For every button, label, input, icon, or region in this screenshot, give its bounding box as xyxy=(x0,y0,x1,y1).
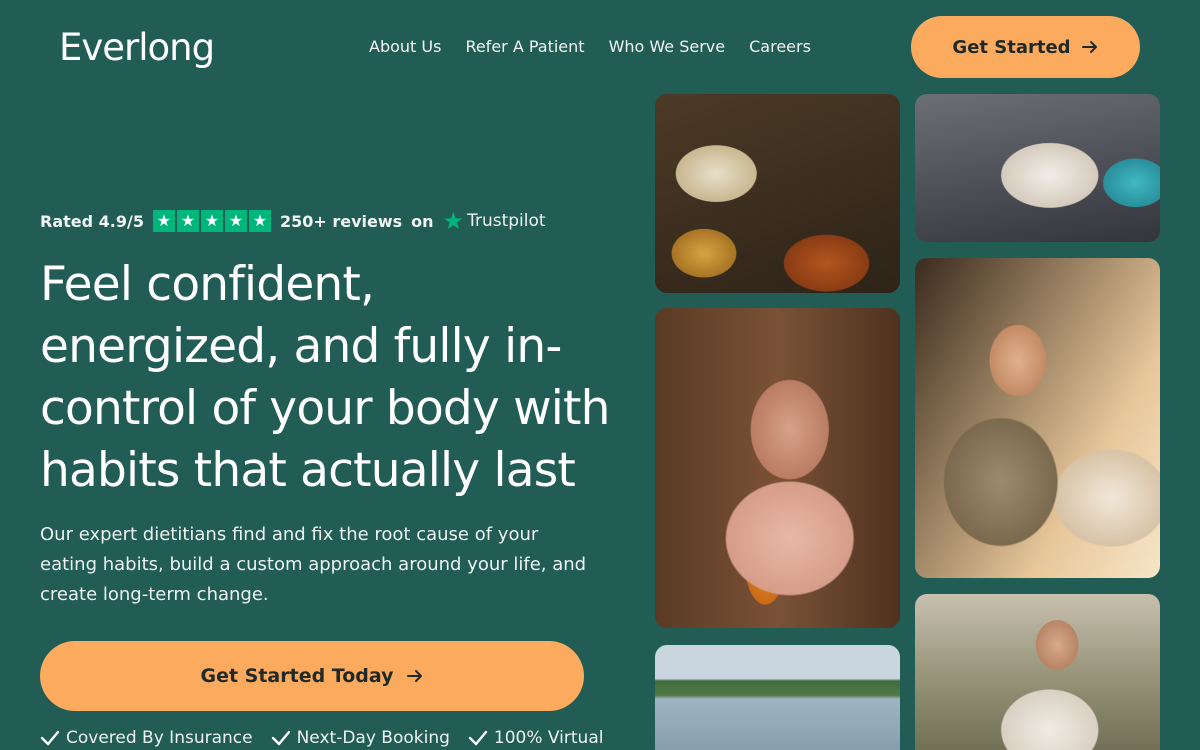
rating-text: Rated 4.9/5 xyxy=(40,211,144,231)
star-icon: ★ xyxy=(152,210,175,232)
plated-meal-photo xyxy=(915,94,1160,242)
star-icon: ★ xyxy=(224,210,247,232)
rating-stars: ★ ★ ★ ★ ★ xyxy=(152,210,271,232)
reviews-count: 250+ reviews xyxy=(279,211,403,231)
star-icon: ★ xyxy=(176,210,199,232)
get-started-label: Get Started xyxy=(952,36,1071,58)
get-started-today-label: Get Started Today xyxy=(200,665,394,687)
woman-cooking-photo xyxy=(915,258,1160,578)
benefit-label: Next-Day Booking xyxy=(296,728,450,748)
benefit-item: 100% Virtual xyxy=(468,728,604,748)
trustpilot-label: Trustpilot xyxy=(467,211,546,231)
benefit-label: 100% Virtual xyxy=(493,728,604,748)
hero-subcopy: Our expert dietitians find and fix the r… xyxy=(40,524,587,605)
get-started-button[interactable]: Get Started xyxy=(911,16,1140,78)
rating-bar: Rated 4.9/5 ★ ★ ★ ★ ★ 250+ reviews on ★ … xyxy=(40,207,546,235)
family-outdoors-photo xyxy=(915,594,1160,750)
hero-headline: Feel confident, energized, and fully in-… xyxy=(40,257,610,498)
lake-stretch-photo xyxy=(655,645,900,750)
logo[interactable]: Everlong xyxy=(59,24,215,72)
star-icon: ★ xyxy=(200,210,223,232)
nav-refer-a-patient[interactable]: Refer A Patient xyxy=(465,36,584,58)
nav-careers[interactable]: Careers xyxy=(749,36,811,58)
nav-who-we-serve[interactable]: Who We Serve xyxy=(609,36,726,58)
smiling-man-dinner-photo xyxy=(655,308,900,628)
benefits-list: Covered By Insurance Next-Day Booking 10… xyxy=(40,728,603,748)
trustpilot-logo[interactable]: ★ Trustpilot xyxy=(442,207,546,235)
star-icon: ★ xyxy=(248,210,271,232)
arrow-right-icon xyxy=(406,670,422,682)
check-icon xyxy=(271,730,290,746)
get-started-today-button[interactable]: Get Started Today xyxy=(40,641,584,711)
food-spread-photo xyxy=(655,94,900,293)
benefit-item: Next-Day Booking xyxy=(271,728,450,748)
trustpilot-star-icon: ★ xyxy=(442,207,465,235)
check-icon xyxy=(468,730,488,746)
check-icon xyxy=(40,730,60,746)
benefit-item: Covered By Insurance xyxy=(40,728,253,748)
arrow-right-icon xyxy=(1081,41,1097,53)
main-nav: About Us Refer A Patient Who We Serve Ca… xyxy=(369,36,811,58)
nav-about-us[interactable]: About Us xyxy=(369,36,441,58)
benefit-label: Covered By Insurance xyxy=(66,728,253,748)
on-text: on xyxy=(411,211,434,231)
